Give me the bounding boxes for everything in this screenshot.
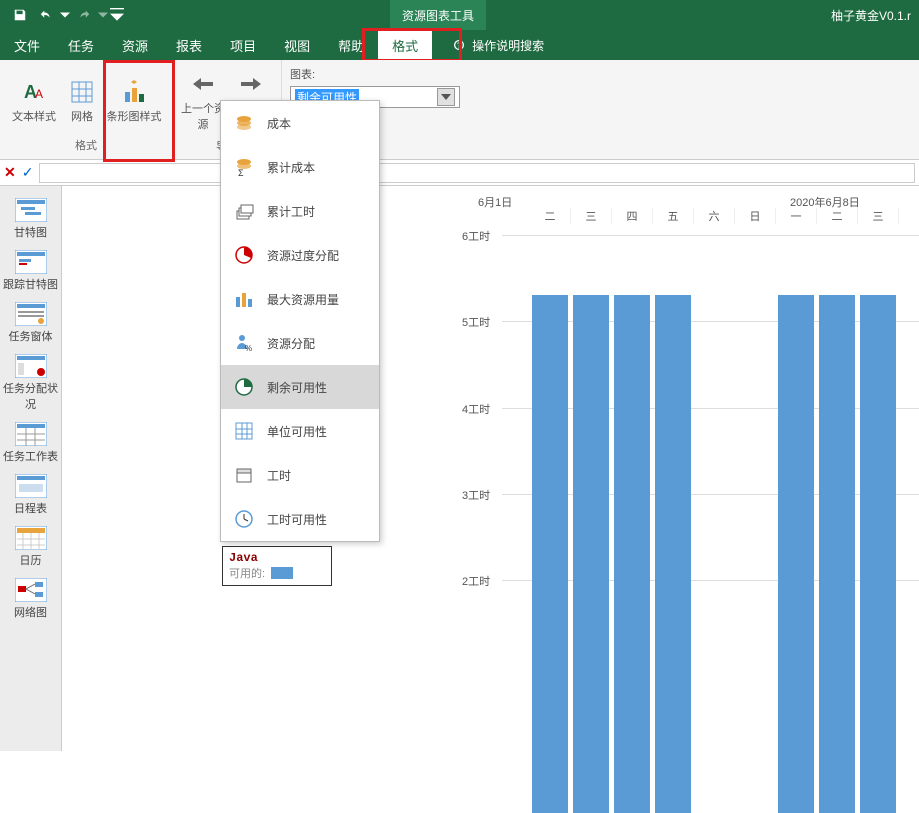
legend-series-name: Java: [229, 551, 325, 565]
dropdown-item-6[interactable]: 剩余可用性: [221, 365, 379, 409]
person-pct-icon: %: [233, 332, 255, 354]
arrow-right-icon: [239, 68, 263, 100]
formula-bar: ✕ ✓: [0, 160, 919, 186]
chart-bar: [819, 295, 855, 813]
arrow-left-icon: [191, 68, 215, 100]
grid-icon: [233, 420, 255, 442]
y-tick: 6工时: [462, 228, 915, 244]
menu-bar: 文件 任务 资源 报表 项目 视图 帮助 格式 ? 操作说明搜索: [0, 30, 919, 60]
chart-area: Java 可用的: 6月1日2020年6月8日 二三四五六日一二三 6工时5工时…: [62, 186, 919, 751]
menu-resource[interactable]: 资源: [108, 30, 162, 60]
bars-icon: [233, 288, 255, 310]
chart-bar: [655, 295, 691, 813]
svg-text:A: A: [35, 87, 43, 101]
tell-me-search[interactable]: ? 操作说明搜索: [452, 30, 544, 60]
nav-task-sheet[interactable]: 任务工作表: [3, 418, 59, 468]
text-styles-button[interactable]: AA 文本样式: [6, 64, 62, 135]
svg-text:%: %: [245, 344, 252, 353]
dropdown-item-9[interactable]: 工时可用性: [221, 497, 379, 541]
save-button[interactable]: [8, 3, 32, 27]
pie-green-icon: [233, 376, 255, 398]
ribbon: AA 文本样式 网格 条形图样式 格式: [0, 60, 919, 160]
cancel-icon[interactable]: ✕: [4, 164, 16, 181]
dropdown-item-7[interactable]: 单位可用性: [221, 409, 379, 453]
menu-report[interactable]: 报表: [162, 30, 216, 60]
qat-customize[interactable]: [110, 3, 124, 27]
day-header: 五: [653, 208, 694, 224]
text-style-icon: AA: [20, 76, 48, 108]
confirm-icon[interactable]: ✓: [22, 164, 34, 181]
menu-project[interactable]: 项目: [216, 30, 270, 60]
view-sidebar: 甘特图 跟踪甘特图 任务窗体 任务分配状况 任务工作表 日程表 日历 网络图: [0, 186, 62, 751]
nav-task-form[interactable]: 任务窗体: [3, 298, 59, 348]
redo-button[interactable]: [72, 3, 96, 27]
day-header: 一: [776, 208, 817, 224]
menu-view[interactable]: 视图: [270, 30, 324, 60]
main-area: 甘特图 跟踪甘特图 任务窗体 任务分配状况 任务工作表 日程表 日历 网络图: [0, 186, 919, 751]
coins-icon: [233, 112, 255, 134]
chart-bar: [860, 295, 896, 813]
chart-bar: [532, 295, 568, 813]
pie-red-icon: [233, 244, 255, 266]
day-header: 三: [858, 208, 899, 224]
menu-help[interactable]: 帮助: [324, 30, 378, 60]
chart-bar: [778, 295, 814, 813]
menu-file[interactable]: 文件: [0, 30, 54, 60]
project-title: 柚子黄金V0.1.r: [831, 7, 911, 24]
dropdown-item-0[interactable]: 成本: [221, 101, 379, 145]
day-header: 六: [694, 208, 735, 224]
nav-network[interactable]: 网络图: [3, 574, 59, 624]
nav-task-usage[interactable]: 任务分配状况: [3, 350, 59, 416]
title-bar: 资源图表工具 柚子黄金V0.1.r: [0, 0, 919, 30]
chart-bar: [614, 295, 650, 813]
day-header: 日: [735, 208, 776, 224]
svg-text:?: ?: [457, 43, 461, 50]
chart-legend: Java 可用的:: [222, 546, 332, 586]
dropdown-item-4[interactable]: 最大资源用量: [221, 277, 379, 321]
undo-dropdown[interactable]: [60, 3, 70, 27]
bar-styles-button[interactable]: 条形图样式: [102, 64, 166, 135]
chart-bar: [573, 295, 609, 813]
chevron-down-icon[interactable]: [437, 88, 455, 106]
dropdown-item-5[interactable]: %资源分配: [221, 321, 379, 365]
menu-task[interactable]: 任务: [54, 30, 108, 60]
grid-icon: [70, 76, 94, 108]
redo-dropdown[interactable]: [98, 3, 108, 27]
tell-me-label: 操作说明搜索: [472, 37, 544, 54]
legend-swatch: [271, 567, 293, 579]
nav-gantt[interactable]: 甘特图: [3, 194, 59, 244]
formula-input[interactable]: [39, 163, 915, 183]
legend-available-label: 可用的:: [229, 565, 265, 581]
dropdown-item-3[interactable]: 资源过度分配: [221, 233, 379, 277]
day-header: 四: [612, 208, 653, 224]
nav-calendar[interactable]: 日历: [3, 522, 59, 572]
day-header: 二: [817, 208, 858, 224]
day-header: 三: [571, 208, 612, 224]
dropdown-item-2[interactable]: 累计工时: [221, 189, 379, 233]
nav-timeline[interactable]: 日程表: [3, 470, 59, 520]
coins-sigma-icon: Σ: [233, 156, 255, 178]
grid-line: [502, 235, 919, 236]
ribbon-group-format: 格式: [75, 135, 97, 155]
gridlines-button[interactable]: 网格: [62, 64, 102, 135]
sheets-icon: [233, 464, 255, 486]
stack-icon: [233, 200, 255, 222]
date-header: 6月1日: [478, 194, 512, 210]
dropdown-item-8[interactable]: 工时: [221, 453, 379, 497]
dropdown-item-1[interactable]: Σ累计成本: [221, 145, 379, 189]
bar-chart-icon: [119, 76, 149, 108]
contextual-tab-label: 资源图表工具: [390, 0, 486, 30]
clock-icon: [233, 508, 255, 530]
svg-text:Σ: Σ: [238, 168, 244, 177]
day-header: 二: [530, 208, 571, 224]
chart-type-dropdown: 成本Σ累计成本累计工时资源过度分配最大资源用量%资源分配剩余可用性单位可用性工时…: [220, 100, 380, 542]
menu-format[interactable]: 格式: [378, 30, 432, 60]
chart-type-label: 图表:: [290, 66, 460, 82]
undo-button[interactable]: [34, 3, 58, 27]
nav-tracking-gantt[interactable]: 跟踪甘特图: [3, 246, 59, 296]
